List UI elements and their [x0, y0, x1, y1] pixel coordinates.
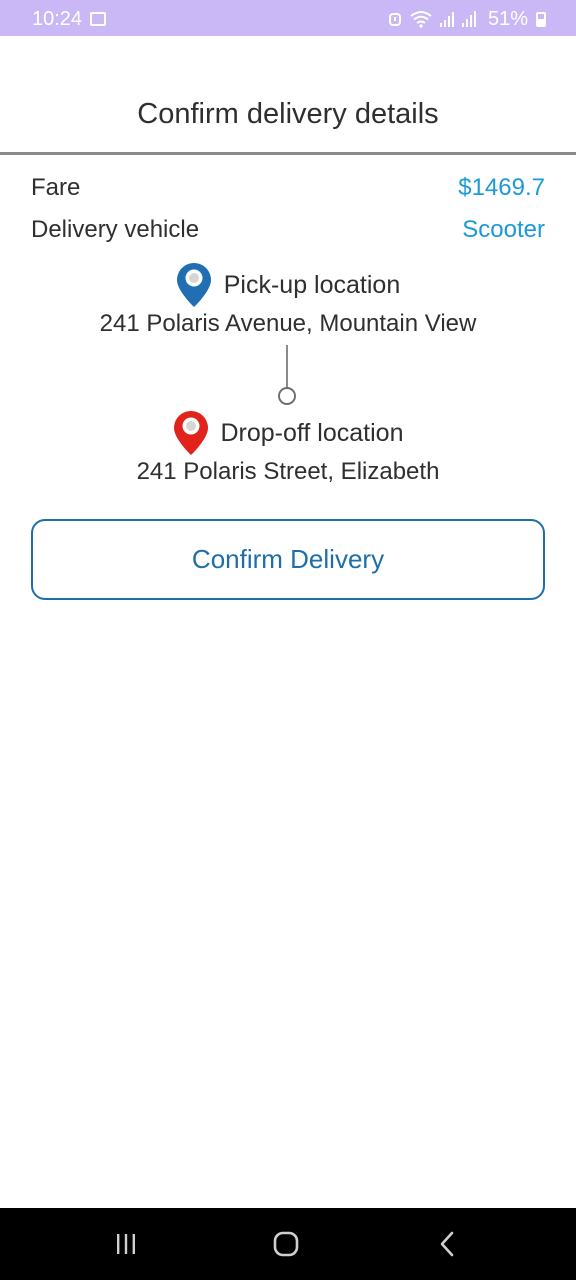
pickup-pin-icon: [176, 263, 211, 307]
header-divider: [0, 152, 576, 155]
back-button[interactable]: [428, 1228, 468, 1260]
dropoff-title: Drop-off location: [220, 418, 404, 447]
confirm-delivery-button[interactable]: Confirm Delivery: [31, 519, 545, 600]
fare-label: Fare: [31, 174, 81, 201]
battery-percent: 51%: [487, 7, 528, 30]
recent-apps-icon: [117, 1234, 135, 1254]
wifi-icon: [410, 11, 432, 28]
system-nav-bar: [0, 1208, 576, 1280]
home-icon: [273, 1231, 299, 1257]
back-icon: [440, 1231, 454, 1257]
recent-apps-button[interactable]: [106, 1228, 146, 1260]
route-connector: [278, 345, 296, 405]
dropoff-pin-icon: [173, 411, 208, 455]
pickup-title: Pick-up location: [223, 270, 401, 299]
pickup-header: Pick-up location: [0, 262, 576, 308]
signal-icon: [439, 11, 476, 27]
status-time: 10:24: [32, 8, 83, 30]
status-icons: 51%: [388, 7, 546, 31]
dropoff-address: 241 Polaris Street, Elizabeth: [136, 458, 440, 485]
vehicle-label: Delivery vehicle: [31, 216, 200, 243]
status-bar: 10:24 51%: [0, 0, 576, 36]
fare-value: $1469.7: [458, 174, 545, 201]
page-title: Confirm delivery details: [137, 98, 439, 130]
alarm-icon: [388, 13, 401, 26]
gallery-icon: [90, 12, 106, 26]
dropoff-header: Drop-off location: [0, 410, 576, 456]
screen: 10:24 51% Confirm delivery details Fare …: [0, 0, 576, 1280]
home-button[interactable]: [266, 1228, 306, 1260]
vehicle-value: Scooter: [462, 216, 545, 243]
battery-icon: [536, 11, 546, 27]
pickup-address: 241 Polaris Avenue, Mountain View: [99, 310, 477, 337]
